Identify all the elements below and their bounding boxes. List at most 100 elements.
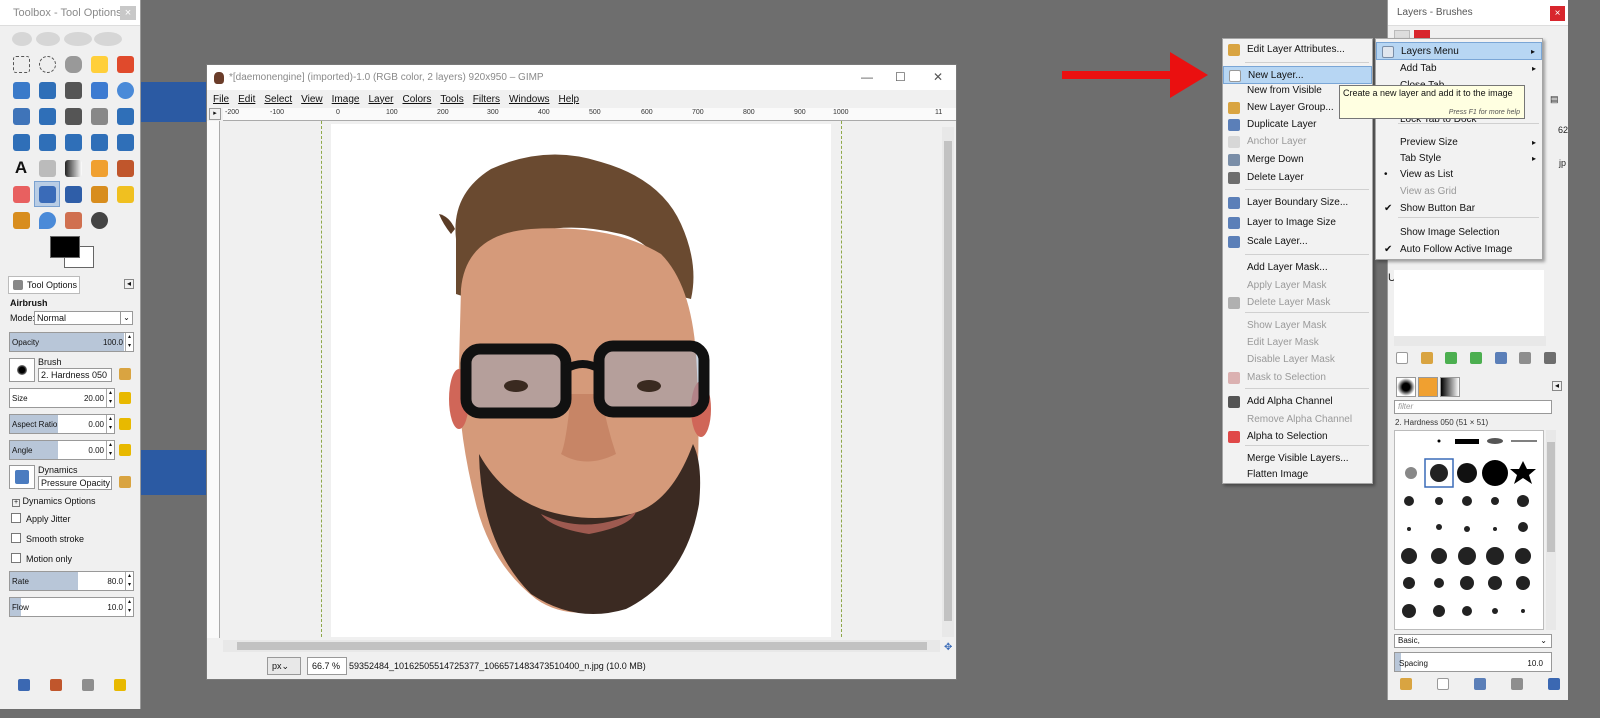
layer-menu-item[interactable]: Edit Layer Mask [1223,334,1372,352]
tool-ellipse-select[interactable] [34,51,60,77]
menu-tools[interactable]: Tools [440,94,463,105]
configure-tab-button[interactable]: ◂ [124,279,134,289]
duplicate-brush-icon[interactable] [1474,678,1486,690]
image-window-titlebar[interactable]: *[daemonengine] (imported)-1.0 (RGB colo… [207,65,956,90]
dynamics-preview-button[interactable] [9,465,35,489]
menu-colors[interactable]: Colors [402,94,431,105]
menu-help[interactable]: Help [559,94,580,105]
dock-titlebar[interactable]: Layers - Brushes × [1388,0,1568,26]
tab-menu-item[interactable]: Show Image Selection [1376,224,1542,242]
angle-slider[interactable]: Angle 0.00 ▴ ▾ [9,440,115,460]
quick-mask-corner-button[interactable]: ▸ [209,108,221,120]
delete-options-icon[interactable] [82,679,94,691]
image-canvas[interactable] [221,121,940,637]
scroll-thumb[interactable] [944,141,952,621]
reset-angle-icon[interactable] [119,444,131,456]
reset-options-icon[interactable] [114,679,126,691]
tab-brushes[interactable] [1396,377,1416,397]
tab-menu-item[interactable]: Add Tab ▸ [1376,60,1542,78]
mode-select[interactable]: Normal ⌄ [34,311,133,325]
scroll-thumb[interactable] [237,642,927,650]
save-options-icon[interactable] [18,679,30,691]
edit-brush-icon[interactable] [1400,678,1412,690]
layer-menu-item[interactable]: Edit Layer Attributes... [1223,41,1372,59]
flow-slider[interactable]: Flow 10.0 ▴ ▾ [9,597,134,617]
configure-brushes-button[interactable]: ◂ [1552,381,1562,391]
aspect-ratio-stepper[interactable]: ▴ ▾ [106,415,114,433]
tool-airbrush[interactable] [34,181,60,207]
fg-bg-color-swatch[interactable] [50,236,96,272]
tool-select-by-color[interactable] [112,51,138,77]
layer-menu-item[interactable]: Add Alpha Channel [1223,393,1372,411]
tool-pencil[interactable] [86,155,112,181]
tool-clone[interactable] [86,181,112,207]
tab-tool-options[interactable]: Tool Options [8,276,80,294]
layer-menu-item[interactable]: Delete Layer Mask [1223,294,1372,312]
tool-heal[interactable] [112,181,138,207]
canvas-vertical-scrollbar[interactable] [942,127,954,637]
menu-view[interactable]: View [301,94,323,105]
restore-options-icon[interactable] [50,679,62,691]
layer-menu-item[interactable]: Apply Layer Mask [1223,277,1372,295]
layer-menu-item[interactable]: Show Layer Mask [1223,317,1372,335]
brush-filter-input[interactable]: filter [1394,400,1552,414]
delete-layer-icon[interactable] [1543,352,1556,364]
edit-dynamics-icon[interactable] [119,476,131,488]
foreground-color[interactable] [50,236,80,258]
tool-color-picker[interactable] [86,77,112,103]
tool-perspective[interactable] [60,129,86,155]
brush-spacing-slider[interactable]: Spacing 10.0 [1394,652,1552,672]
new-brush-icon[interactable] [1437,678,1449,690]
tab-menu-item[interactable]: • View as List [1376,166,1542,184]
edit-brush-icon[interactable] [119,368,131,380]
apply-jitter-checkbox[interactable] [11,513,21,523]
scroll-thumb[interactable] [1547,442,1555,552]
tab-menu-item[interactable]: ✔ Auto Follow Active Image [1376,241,1542,259]
menu-windows[interactable]: Windows [509,94,550,105]
tool-gradient[interactable] [60,155,86,181]
layers-list-area[interactable] [1394,270,1544,340]
layer-menu-item[interactable]: Remove Alpha Channel [1223,411,1372,429]
smooth-stroke-checkbox[interactable] [11,533,21,543]
dynamics-name-field[interactable]: Pressure Opacity [38,476,112,490]
tool-cage[interactable] [112,129,138,155]
menu-filters[interactable]: Filters [473,94,500,105]
tool-scissors[interactable] [8,77,34,103]
tool-align[interactable] [60,103,86,129]
opacity-stepper[interactable]: ▴ ▾ [125,333,133,351]
tab-menu-item[interactable]: Layers Menu ▸ [1376,42,1542,60]
brush-vertical-scrollbar[interactable] [1546,430,1556,630]
refresh-brushes-icon[interactable] [1548,678,1560,690]
angle-stepper[interactable]: ▴ ▾ [106,441,114,459]
flow-stepper[interactable]: ▴ ▾ [125,598,133,616]
brush-tag-select[interactable]: Basic, ⌄ [1394,634,1552,648]
aspect-ratio-slider[interactable]: Aspect Ratio 0.00 ▴ ▾ [9,414,115,434]
layer-menu-item[interactable]: Layer to Image Size [1223,214,1372,232]
tool-text[interactable]: A [8,155,34,181]
reset-aspect-icon[interactable] [119,418,131,430]
menu-image[interactable]: Image [332,94,360,105]
tool-unified-transform[interactable] [112,103,138,129]
menu-select[interactable]: Select [264,94,292,105]
new-group-icon[interactable] [1420,352,1433,364]
tool-dodge-burn[interactable] [86,207,112,233]
reset-size-icon[interactable] [119,392,131,404]
tool-eraser[interactable] [8,181,34,207]
brush-name-field[interactable]: 2. Hardness 050 [38,368,112,382]
new-layer-icon[interactable] [1396,352,1408,364]
tool-paths[interactable] [60,77,86,103]
brush-grid[interactable] [1394,430,1544,630]
minimize-button[interactable]: — [861,70,873,84]
window-close-button[interactable]: ✕ [933,70,943,84]
layer-menu-item[interactable]: Delete Layer [1223,169,1372,187]
unit-select[interactable]: px⌄ [267,657,301,675]
dynamics-options-expander[interactable]: + Dynamics Options [12,496,96,507]
tool-measure[interactable] [8,103,34,129]
dock-close-button[interactable]: × [1550,6,1565,21]
maximize-button[interactable]: ☐ [895,70,906,84]
layer-menu-item[interactable]: Scale Layer... [1223,233,1372,251]
size-slider[interactable]: Size 20.00 ▴ ▾ [9,388,115,408]
tool-rect-select[interactable] [8,51,34,77]
tool-smudge[interactable] [60,207,86,233]
tab-gradients[interactable] [1440,377,1460,397]
